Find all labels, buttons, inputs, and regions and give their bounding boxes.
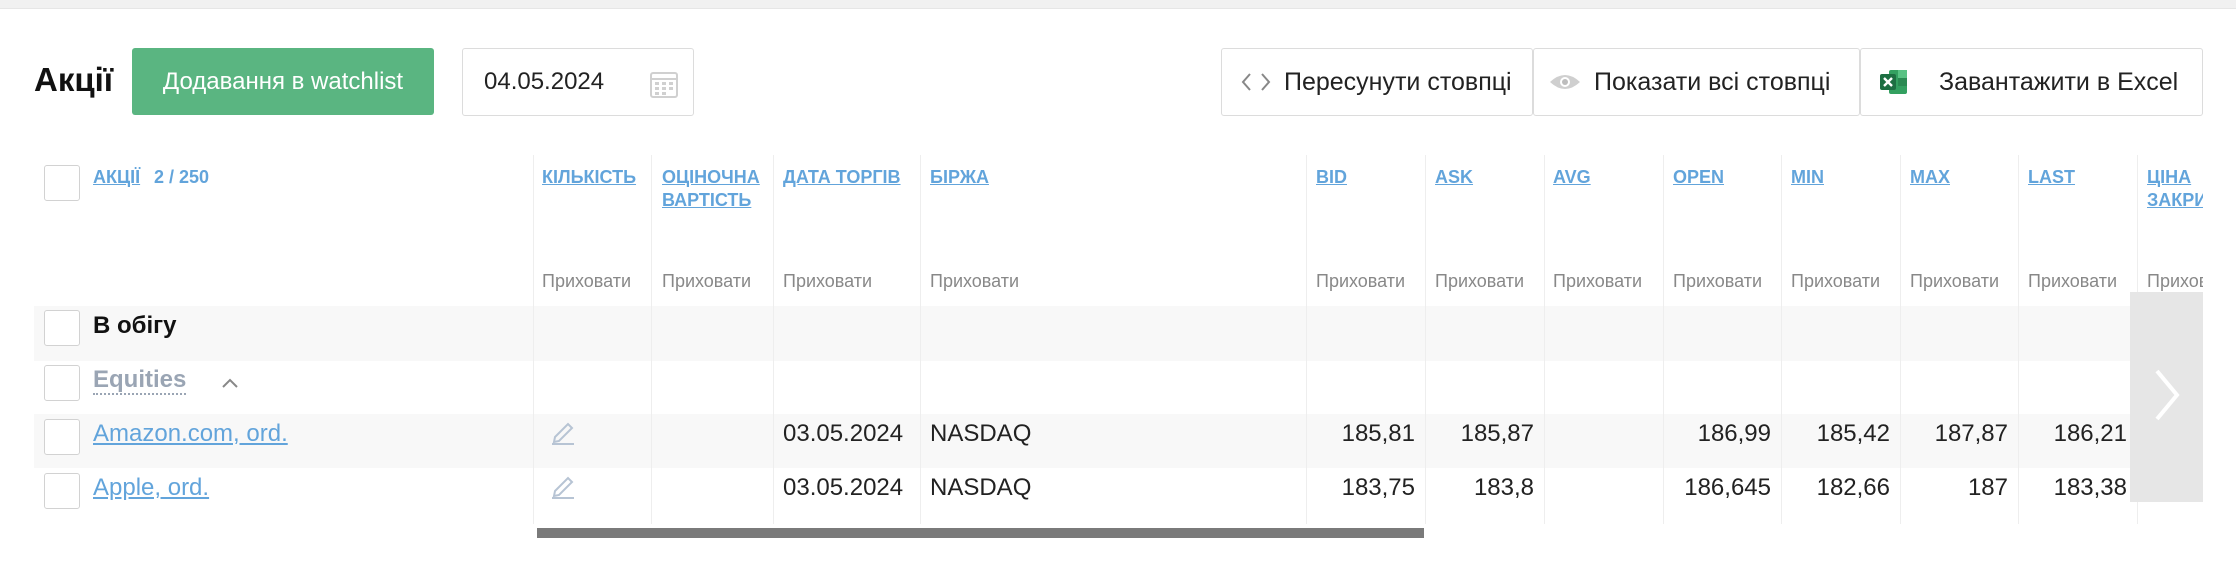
column-header-close[interactable]: Ціна закриття: [2147, 166, 2203, 212]
column-header-trade-date[interactable]: Дата торгів: [783, 166, 901, 189]
hide-bid-link[interactable]: Приховати: [1316, 271, 1405, 292]
open-cell: 186,99: [1697, 420, 1771, 447]
hide-avg-link[interactable]: Приховати: [1553, 271, 1642, 292]
row-checkbox[interactable]: [44, 419, 80, 455]
column-header-bid[interactable]: BID: [1316, 166, 1347, 189]
hide-min-link[interactable]: Приховати: [1791, 271, 1880, 292]
hide-max-link[interactable]: Приховати: [1910, 271, 1999, 292]
column-header-avg[interactable]: AVG: [1553, 166, 1591, 189]
table-viewport: Акції 2 / 250 Кількість Оціночна вартіст…: [0, 0, 2203, 574]
horizontal-scrollbar[interactable]: [537, 528, 1424, 538]
column-header-ask[interactable]: ASK: [1435, 166, 1473, 189]
hide-qty-link[interactable]: Приховати: [542, 271, 631, 292]
group-checkbox[interactable]: [44, 310, 80, 346]
column-header-open[interactable]: OPEN: [1673, 166, 1724, 189]
chevron-up-icon[interactable]: [221, 376, 239, 394]
trade-date-cell: 03.05.2024: [783, 474, 904, 501]
security-name-link[interactable]: Amazon.com, ord.: [93, 420, 288, 448]
select-all-checkbox[interactable]: [44, 165, 80, 201]
max-cell: 187: [1967, 474, 2008, 501]
hide-valuation-link[interactable]: Приховати: [662, 271, 751, 292]
ask-cell: 185,87: [1460, 420, 1534, 447]
column-header-last[interactable]: LAST: [2028, 166, 2075, 189]
subgroup-title[interactable]: Equities: [93, 367, 187, 395]
bid-cell: 185,81: [1341, 420, 1415, 447]
open-cell: 186,645: [1684, 474, 1771, 501]
column-header-valuation[interactable]: Оціночна вартість: [662, 166, 770, 212]
min-cell: 182,66: [1816, 474, 1890, 501]
ask-cell: 183,8: [1473, 474, 1534, 501]
bid-cell: 183,75: [1341, 474, 1415, 501]
trade-date-cell: 03.05.2024: [783, 420, 904, 447]
security-name-link[interactable]: Apple, ord.: [93, 474, 209, 502]
column-header-max[interactable]: MAX: [1910, 166, 1950, 189]
hide-ask-link[interactable]: Приховати: [1435, 271, 1524, 292]
row-checkbox[interactable]: [44, 473, 80, 509]
column-header-qty[interactable]: Кількість: [542, 166, 636, 189]
edit-pencil-icon[interactable]: [549, 419, 577, 450]
scroll-right-button[interactable]: [2130, 292, 2203, 502]
hide-close-link[interactable]: Приховати: [2147, 271, 2203, 292]
column-header-min[interactable]: MIN: [1791, 166, 1824, 189]
chevron-right-icon: [2152, 368, 2182, 427]
column-header-shares[interactable]: Акції: [93, 166, 140, 189]
hide-open-link[interactable]: Приховати: [1673, 271, 1762, 292]
last-cell: 186,21: [2053, 420, 2127, 447]
column-header-exchange[interactable]: Біржа: [930, 166, 989, 189]
exchange-cell: NASDAQ: [930, 474, 1032, 501]
subgroup-checkbox[interactable]: [44, 365, 80, 401]
max-cell: 187,87: [1934, 420, 2008, 447]
hide-last-link[interactable]: Приховати: [2028, 271, 2117, 292]
group-title: В обігу: [93, 312, 177, 339]
min-cell: 185,42: [1816, 420, 1890, 447]
exchange-cell: NASDAQ: [930, 420, 1032, 447]
shares-count: 2 / 250: [154, 167, 210, 187]
group-row-bg: [34, 306, 2203, 361]
hide-exchange-link[interactable]: Приховати: [930, 271, 1019, 292]
hide-trade-date-link[interactable]: Приховати: [783, 271, 872, 292]
last-cell: 183,38: [2053, 474, 2127, 501]
edit-pencil-icon[interactable]: [549, 473, 577, 504]
